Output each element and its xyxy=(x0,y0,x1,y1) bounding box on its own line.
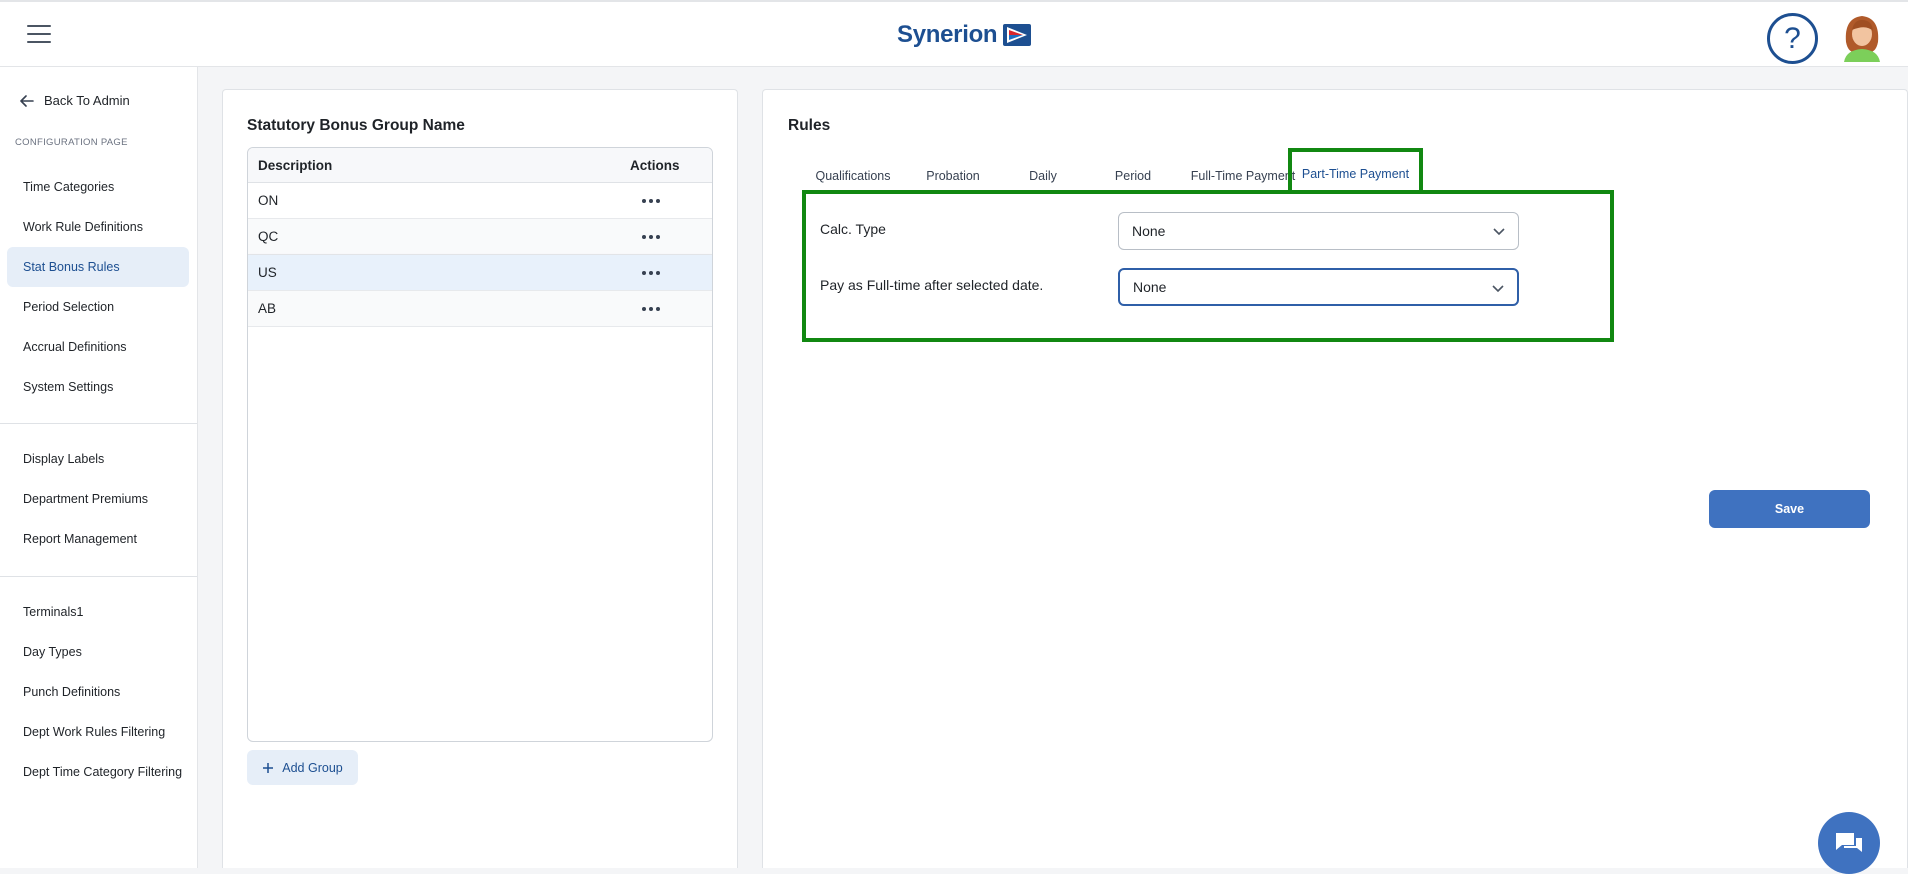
pay-full-time-label: Pay as Full-time after selected date. xyxy=(820,277,1044,293)
pay-full-time-select[interactable]: None xyxy=(1118,268,1519,306)
back-to-admin-link[interactable]: Back To Admin xyxy=(20,93,130,108)
more-actions-icon[interactable] xyxy=(642,234,660,239)
more-actions-icon[interactable] xyxy=(642,198,660,203)
arrow-left-icon xyxy=(20,94,34,107)
section-label: CONFIGURATION PAGE xyxy=(15,137,128,148)
menu-icon[interactable] xyxy=(27,25,51,43)
tab-part-time-payment[interactable]: Part-Time Payment xyxy=(1288,148,1423,191)
chevron-down-icon xyxy=(1492,285,1504,293)
plus-icon xyxy=(263,762,274,773)
more-actions-icon[interactable] xyxy=(642,270,660,275)
sidebar-item-time-categories[interactable]: Time Categories xyxy=(7,167,189,207)
sidebar-item-display-labels[interactable]: Display Labels xyxy=(7,439,189,479)
column-header-description: Description xyxy=(258,157,333,173)
add-group-label: Add Group xyxy=(282,760,343,775)
sidebar-item-department-premiums[interactable]: Department Premiums xyxy=(7,479,189,519)
sidebar-divider xyxy=(0,423,197,424)
sidebar-divider xyxy=(0,576,197,577)
tab-qualifications[interactable]: Qualifications xyxy=(798,161,908,191)
groups-panel: Statutory Bonus Group Name Description A… xyxy=(222,89,738,868)
column-header-actions: Actions xyxy=(630,157,680,173)
pay-full-time-value: None xyxy=(1133,279,1167,295)
more-actions-icon[interactable] xyxy=(642,306,660,311)
sidebar-item-dept-work-rules-filtering[interactable]: Dept Work Rules Filtering xyxy=(7,712,189,752)
user-avatar[interactable] xyxy=(1840,12,1884,62)
sidebar-item-punch-definitions[interactable]: Punch Definitions xyxy=(7,672,189,712)
table-row[interactable]: QC xyxy=(248,219,712,255)
top-bar: Synerion ? xyxy=(0,0,1908,67)
chevron-down-icon xyxy=(1493,228,1505,236)
calc-type-value: None xyxy=(1132,223,1166,239)
sidebar-item-system-settings[interactable]: System Settings xyxy=(7,367,189,407)
back-label: Back To Admin xyxy=(44,93,130,108)
table-header: Description Actions xyxy=(248,148,712,183)
table-row[interactable]: US xyxy=(248,255,712,291)
sidebar-item-period-selection[interactable]: Period Selection xyxy=(7,287,189,327)
sidebar-item-dept-time-category-filtering[interactable]: Dept Time Category Filtering xyxy=(7,752,189,792)
part-time-payment-form: Calc. Type None Pay as Full-time after s… xyxy=(802,190,1614,342)
table-row[interactable]: AB xyxy=(248,291,712,327)
add-group-button[interactable]: Add Group xyxy=(247,750,358,785)
row-description: QC xyxy=(258,229,279,244)
logo-text: Synerion xyxy=(897,21,998,48)
sidebar-item-terminals[interactable]: Terminals1 xyxy=(7,592,189,632)
row-description: ON xyxy=(258,193,279,208)
help-icon[interactable]: ? xyxy=(1767,13,1818,64)
tab-period[interactable]: Period xyxy=(1088,161,1178,191)
rules-panel: Rules Qualifications Probation Daily Per… xyxy=(762,89,1908,868)
sidebar-item-work-rule-definitions[interactable]: Work Rule Definitions xyxy=(7,207,189,247)
sidebar-item-stat-bonus-rules[interactable]: Stat Bonus Rules xyxy=(7,247,189,287)
sidebar-item-day-types[interactable]: Day Types xyxy=(7,632,189,672)
rules-title: Rules xyxy=(788,117,831,134)
tab-daily[interactable]: Daily xyxy=(998,161,1088,191)
save-button[interactable]: Save xyxy=(1709,490,1870,528)
logo-flag-icon xyxy=(1003,24,1032,46)
groups-panel-title: Statutory Bonus Group Name xyxy=(247,117,465,134)
sidebar-item-report-management[interactable]: Report Management xyxy=(7,519,189,559)
logo: Synerion xyxy=(897,21,1032,49)
table-row[interactable]: ON xyxy=(248,183,712,219)
groups-table: Description Actions ON QC US AB xyxy=(247,147,713,742)
row-description: AB xyxy=(258,301,277,316)
chat-icon[interactable] xyxy=(1818,812,1880,874)
sidebar: Back To Admin CONFIGURATION PAGE Time Ca… xyxy=(0,67,198,868)
tab-probation[interactable]: Probation xyxy=(908,161,998,191)
sidebar-item-accrual-definitions[interactable]: Accrual Definitions xyxy=(7,327,189,367)
calc-type-label: Calc. Type xyxy=(820,221,886,237)
calc-type-select[interactable]: None xyxy=(1118,212,1519,250)
row-description: US xyxy=(258,265,277,280)
